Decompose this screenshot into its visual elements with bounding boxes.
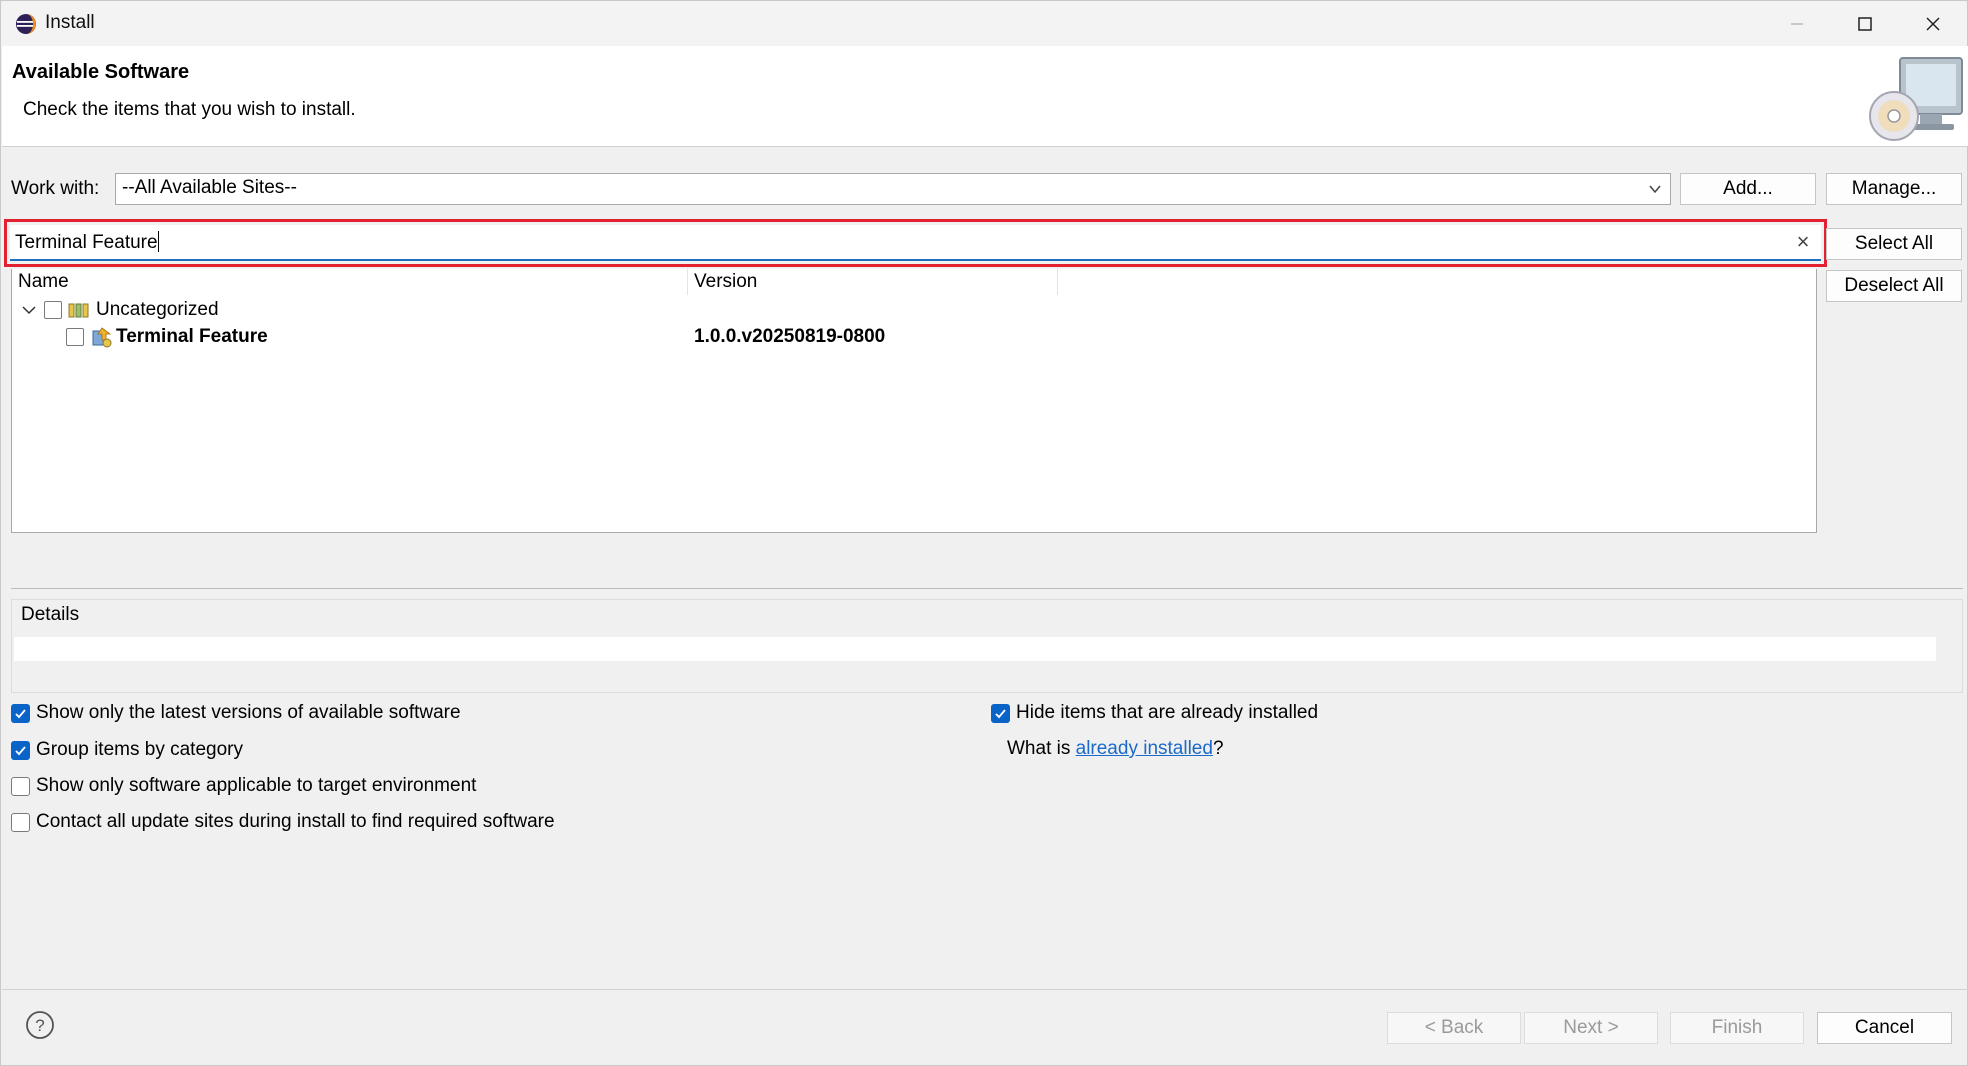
- chevron-down-icon[interactable]: [20, 301, 38, 319]
- feature-version: 1.0.0.v20250819-0800: [694, 326, 886, 347]
- maximize-icon: [1858, 16, 1872, 31]
- contact-all-sites-label: Contact all update sites during install …: [36, 811, 555, 832]
- group-by-category-label: Group items by category: [36, 739, 243, 760]
- chevron-down-icon: [1649, 185, 1661, 194]
- eclipse-icon: [16, 14, 36, 34]
- svg-text:?: ?: [35, 1016, 44, 1035]
- close-icon: [1926, 16, 1940, 31]
- latest-versions-checkbox[interactable]: [11, 703, 30, 723]
- close-button[interactable]: [1897, 1, 1968, 46]
- contact-all-sites-checkbox[interactable]: [11, 812, 30, 832]
- filter-input[interactable]: Terminal Feature: [10, 225, 1821, 261]
- tree-row-terminal-feature[interactable]: Terminal Feature: [66, 324, 268, 350]
- clear-filter-icon[interactable]: ×: [1793, 229, 1813, 255]
- category-name: Uncategorized: [96, 299, 219, 320]
- text-caret: [157, 231, 159, 252]
- filter-text: Terminal Feature: [15, 232, 158, 253]
- checkmark-icon: [995, 708, 1006, 718]
- target-environment-checkbox[interactable]: [11, 776, 30, 796]
- details-group: Details: [11, 599, 1963, 693]
- footer-divider: [2, 989, 1968, 990]
- option-contact-all-sites[interactable]: Contact all update sites during install …: [11, 810, 555, 834]
- hide-installed-checkbox[interactable]: [991, 703, 1010, 723]
- checkmark-icon: [15, 708, 26, 718]
- finish-button[interactable]: Finish: [1670, 1012, 1804, 1044]
- work-with-site-combo[interactable]: --All Available Sites--: [115, 173, 1671, 205]
- already-installed-suffix: ?: [1212, 738, 1224, 759]
- category-checkbox[interactable]: [44, 301, 62, 319]
- checkmark-icon: [15, 745, 26, 755]
- manage-sites-button[interactable]: Manage...: [1826, 173, 1962, 205]
- minimize-icon: [1791, 22, 1803, 25]
- selected-site: --All Available Sites--: [122, 177, 297, 198]
- option-target-environment[interactable]: Show only software applicable to target …: [11, 774, 476, 798]
- maximize-button[interactable]: [1829, 1, 1901, 46]
- title-bar: Install: [1, 1, 1967, 46]
- page-title: Available Software: [12, 61, 190, 83]
- next-button[interactable]: Next >: [1524, 1012, 1658, 1044]
- already-installed-prefix: What is: [1007, 738, 1076, 759]
- work-with-label: Work with:: [11, 178, 100, 199]
- hide-installed-label: Hide items that are already installed: [1016, 702, 1319, 723]
- target-environment-label: Show only software applicable to target …: [36, 775, 477, 796]
- already-installed-link[interactable]: already installed: [1076, 738, 1213, 759]
- group-by-category-checkbox[interactable]: [11, 740, 30, 760]
- install-dialog: Install Available Software Check the ite…: [0, 0, 1968, 1066]
- help-icon[interactable]: ?: [25, 1010, 55, 1040]
- back-button[interactable]: < Back: [1387, 1012, 1521, 1044]
- option-group-by-category[interactable]: Group items by category: [11, 738, 243, 762]
- software-tree: Name Version Uncategorized Terminal Feat…: [11, 269, 1817, 533]
- category-icon: [68, 303, 89, 318]
- latest-versions-label: Show only the latest versions of availab…: [36, 702, 461, 723]
- page-description: Check the items that you wish to install…: [23, 99, 356, 120]
- minimize-button[interactable]: [1761, 1, 1833, 46]
- feature-icon: [92, 327, 112, 348]
- select-all-button[interactable]: Select All: [1826, 228, 1962, 260]
- option-hide-installed[interactable]: Hide items that are already installed: [991, 701, 1318, 725]
- tree-row-uncategorized[interactable]: Uncategorized: [20, 297, 219, 323]
- details-text-area: [14, 637, 1936, 661]
- already-installed-text: What is already installed?: [1007, 738, 1224, 762]
- add-site-button[interactable]: Add...: [1680, 173, 1816, 205]
- option-latest-versions[interactable]: Show only the latest versions of availab…: [11, 701, 461, 725]
- deselect-all-button[interactable]: Deselect All: [1826, 270, 1962, 302]
- column-header-version[interactable]: Version: [688, 269, 1058, 295]
- feature-checkbox[interactable]: [66, 328, 84, 346]
- install-software-icon: [1869, 57, 1963, 141]
- details-label: Details: [21, 604, 80, 625]
- window-title: Install: [45, 12, 95, 33]
- cancel-button[interactable]: Cancel: [1817, 1012, 1952, 1044]
- header-banner: Available Software Check the items that …: [2, 46, 1968, 147]
- sash-divider[interactable]: [11, 588, 1963, 589]
- column-header-name[interactable]: Name: [12, 269, 688, 295]
- feature-name: Terminal Feature: [116, 326, 268, 347]
